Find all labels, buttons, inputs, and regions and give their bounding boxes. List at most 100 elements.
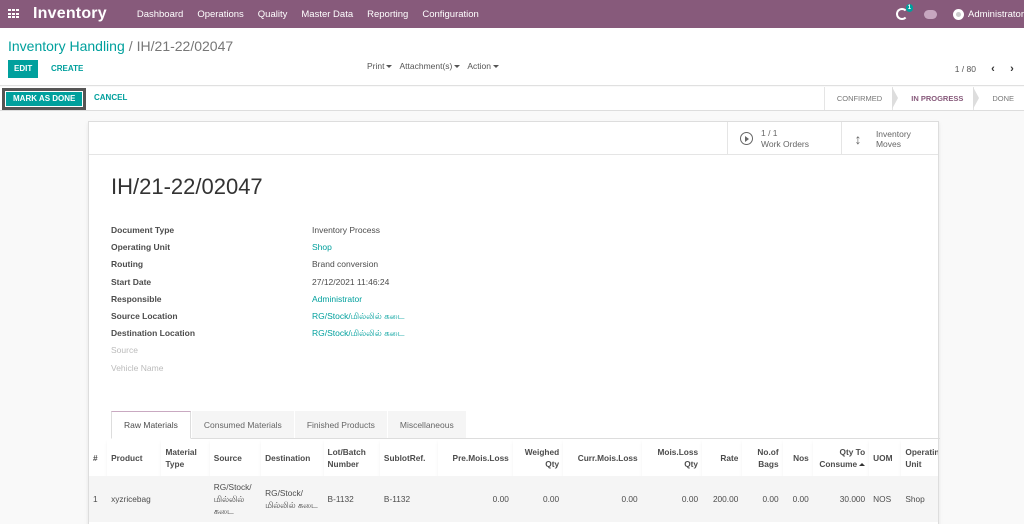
breadcrumb-parent[interactable]: Inventory Handling	[8, 38, 125, 54]
col-destination[interactable]: Destination	[261, 440, 324, 476]
cell-pre-mois-loss[interactable]: 0.00	[438, 476, 513, 522]
menu-quality[interactable]: Quality	[258, 9, 288, 20]
cell-uom[interactable]: NOS	[869, 476, 902, 522]
chevron-left-icon[interactable]: ‹	[986, 63, 1000, 75]
cell-rate[interactable]: 200.00	[702, 476, 743, 522]
field-document-type: Document Type Inventory Process	[111, 222, 404, 239]
pager-value[interactable]: 1 / 80	[955, 64, 976, 74]
cell-destination[interactable]: RG/Stock/மில்லில் கடை	[261, 476, 324, 522]
apps-menu-icon[interactable]	[8, 9, 20, 19]
cell-material-type[interactable]	[161, 476, 210, 522]
mark-as-done-button[interactable]: MARK AS DONE	[6, 92, 83, 106]
caret-down-icon	[454, 65, 461, 69]
col-source[interactable]: Source	[209, 440, 262, 476]
cell-nos[interactable]: 0.00	[782, 476, 813, 522]
field-label: Operating Unit	[111, 242, 171, 253]
cell-index: 1	[89, 476, 108, 522]
edit-button[interactable]: EDIT	[8, 60, 39, 78]
field-value: Brand conversion	[312, 259, 379, 270]
chat-icon[interactable]	[924, 9, 938, 19]
status-step-confirmed[interactable]: CONFIRMED	[823, 87, 899, 110]
menu-reporting[interactable]: Reporting	[367, 9, 408, 20]
field-operating-unit: Operating Unit Shop	[111, 239, 404, 256]
col-product[interactable]: Product	[107, 440, 162, 476]
col-weighed-qty[interactable]: Weighed Qty	[512, 440, 564, 476]
field-label: Source	[111, 345, 138, 356]
field-label: Routing	[111, 259, 144, 270]
cell-sublot-ref[interactable]: B-1132	[379, 476, 439, 522]
col-mois-loss-qty[interactable]: Mois.Loss Qty	[641, 440, 703, 476]
col-no-of-bags[interactable]: No.of Bags	[742, 440, 783, 476]
col-qty-to-consume[interactable]: Qty To Consume	[812, 440, 870, 476]
tab-miscellaneous[interactable]: Miscellaneous	[387, 411, 466, 438]
smart-button-box: 1 / 1 Work Orders ↕ Inventory Moves	[89, 122, 938, 155]
print-dropdown[interactable]: Print	[367, 61, 393, 71]
col-rate[interactable]: Rate	[702, 440, 743, 476]
breadcrumb-separator: /	[128, 38, 133, 54]
menu-master-data[interactable]: Master Data	[301, 9, 353, 20]
col-sublot-ref[interactable]: SublotRef.	[379, 440, 439, 476]
col-index[interactable]: #	[89, 440, 108, 476]
field-value-link[interactable]: RG/Stock/மில்லில் கடை	[312, 325, 404, 342]
chevron-right-icon[interactable]: ›	[1005, 63, 1019, 75]
record-title: IH/21-22/02047	[111, 174, 263, 199]
app-title[interactable]: Inventory	[33, 5, 107, 23]
field-label: Vehicle Name	[111, 362, 164, 373]
col-lot-batch[interactable]: Lot/Batch Number	[323, 440, 380, 476]
status-step-in-progress[interactable]: IN PROGRESS	[892, 87, 980, 110]
attachments-dropdown[interactable]: Attachment(s)	[399, 61, 461, 71]
raw-materials-table: # Product Material Type Source Destinati…	[89, 440, 938, 522]
menu-dashboard[interactable]: Dashboard	[137, 9, 183, 20]
tab-raw-materials[interactable]: Raw Materials	[111, 411, 191, 439]
action-label: Action	[467, 61, 492, 71]
cell-product[interactable]: xyzricebag	[107, 476, 162, 522]
action-dropdown[interactable]: Action	[467, 61, 500, 71]
activity-clock-icon[interactable]: 1	[896, 4, 914, 20]
breadcrumb: Inventory Handling / IH/21-22/02047	[8, 38, 233, 54]
user-menu[interactable]: Administrator	[968, 9, 1024, 20]
cell-lot-batch[interactable]: B-1132	[323, 476, 380, 522]
menu-configuration[interactable]: Configuration	[422, 9, 479, 20]
cell-no-of-bags[interactable]: 0.00	[742, 476, 783, 522]
col-nos[interactable]: Nos	[782, 440, 813, 476]
sort-ascending-icon	[859, 463, 866, 467]
menu-operations[interactable]: Operations	[197, 9, 243, 20]
attachments-label: Attachment(s)	[399, 61, 453, 71]
field-value: Inventory Process	[312, 225, 381, 235]
cell-curr-mois-loss[interactable]: 0.00	[563, 476, 642, 522]
work-orders-button[interactable]: 1 / 1 Work Orders	[727, 122, 841, 155]
field-vehicle-name: Vehicle Name	[111, 360, 404, 377]
play-circle-icon	[740, 132, 753, 145]
user-avatar[interactable]	[953, 8, 965, 20]
col-pre-mois-loss[interactable]: Pre.Mois.Loss	[438, 440, 513, 476]
field-value-link[interactable]: Administrator	[312, 291, 362, 308]
field-value-link[interactable]: RG/Stock/மில்லில் கடை	[312, 308, 404, 325]
field-source-location: Source Location RG/Stock/மில்லில் கடை	[111, 308, 404, 325]
table-row[interactable]: 1 xyzricebag RG/Stock/மில்லில் கடை RG/St…	[89, 476, 938, 522]
status-step-done[interactable]: DONE	[973, 87, 1024, 110]
field-start-date: Start Date 27/12/2021 11:46:24	[111, 274, 404, 291]
field-value-link[interactable]: Shop	[312, 239, 332, 256]
field-destination-location: Destination Location RG/Stock/மில்லில் க…	[111, 325, 404, 342]
col-uom[interactable]: UOM	[869, 440, 902, 476]
tab-finished-products[interactable]: Finished Products	[294, 411, 387, 438]
caret-down-icon	[493, 65, 500, 69]
cell-weighed-qty[interactable]: 0.00	[512, 476, 564, 522]
inventory-moves-label: Inventory Moves	[875, 128, 911, 149]
form-sheet: 1 / 1 Work Orders ↕ Inventory Moves IH/2…	[88, 121, 940, 524]
create-button[interactable]: CREATE	[51, 60, 83, 78]
breadcrumb-current: IH/21-22/02047	[136, 38, 234, 54]
notebook-tabs: Raw Materials Consumed Materials Finishe…	[111, 411, 940, 439]
cancel-button[interactable]: CANCEL	[94, 93, 127, 102]
cell-operating-unit[interactable]: Shop	[901, 476, 938, 522]
cell-source[interactable]: RG/Stock/மில்லில் கடை	[209, 476, 262, 522]
pager: 1 / 80 ‹ ›	[955, 63, 1024, 75]
col-curr-mois-loss[interactable]: Curr.Mois.Loss	[563, 440, 642, 476]
tab-consumed-materials[interactable]: Consumed Materials	[191, 411, 294, 438]
cell-mois-loss-qty[interactable]: 0.00	[641, 476, 703, 522]
col-material-type[interactable]: Material Type	[161, 440, 210, 476]
col-operating-unit[interactable]: Operating Unit	[901, 440, 938, 476]
print-label: Print	[367, 61, 385, 71]
cell-qty-to-consume[interactable]: 30.000	[812, 476, 870, 522]
inventory-moves-button[interactable]: ↕ Inventory Moves	[841, 122, 938, 155]
